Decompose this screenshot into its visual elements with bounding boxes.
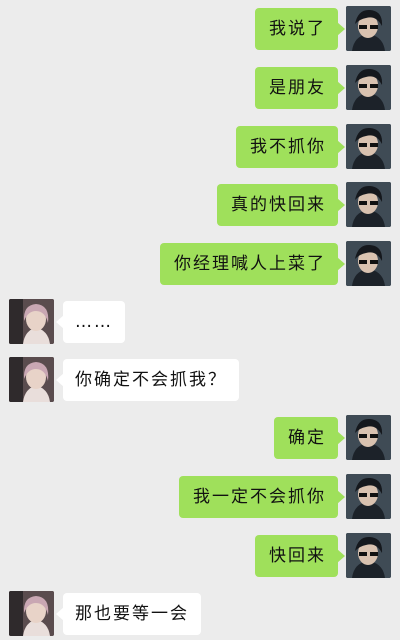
my-avatar[interactable] (346, 415, 391, 460)
my-avatar[interactable] (346, 124, 391, 169)
my-avatar[interactable] (346, 533, 391, 578)
my-avatar[interactable] (346, 182, 391, 227)
sent-message-bubble[interactable]: 快回来 (255, 535, 345, 577)
sent-message-bubble[interactable]: 我一定不会抓你 (179, 476, 345, 518)
received-message-bubble[interactable]: 你确定不会抓我？ (56, 359, 239, 401)
contact-avatar[interactable] (9, 299, 54, 344)
sent-message-bubble[interactable]: 是朋友 (255, 67, 345, 109)
sent-message-bubble[interactable]: 确定 (274, 417, 345, 459)
my-avatar[interactable] (346, 474, 391, 519)
my-avatar[interactable] (346, 6, 391, 51)
contact-avatar[interactable] (9, 591, 54, 636)
sent-message-bubble[interactable]: 你经理喊人上菜了 (160, 243, 345, 285)
sent-message-bubble[interactable]: 真的快回来 (217, 184, 345, 226)
received-message-bubble[interactable]: 那也要等一会 (56, 593, 201, 635)
my-avatar[interactable] (346, 241, 391, 286)
sent-message-bubble[interactable]: 我说了 (255, 8, 345, 50)
my-avatar[interactable] (346, 65, 391, 110)
contact-avatar[interactable] (9, 357, 54, 402)
received-message-bubble[interactable]: …… (56, 301, 125, 343)
sent-message-bubble[interactable]: 我不抓你 (236, 126, 345, 168)
